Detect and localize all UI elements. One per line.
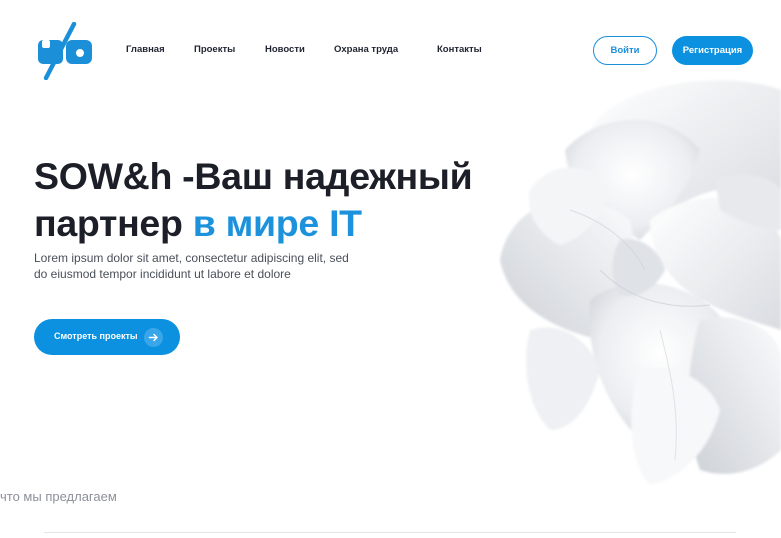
nav-item-home[interactable]: Главная [126,44,165,55]
hero-title-line1: SOW&h -Ваш надежный [34,155,473,197]
nav-item-news[interactable]: Новости [265,44,305,55]
hero-flower-illustration [500,80,781,485]
register-button[interactable]: Регистрация [672,36,753,65]
hero-title-accent: в мире IT [192,202,362,244]
hero-description-line1: Lorem ipsum dolor sit amet, consectetur … [34,251,349,265]
offer-section-label: что мы предлагаем [0,489,117,504]
login-button[interactable]: Войти [593,36,657,65]
arrow-right-icon [144,328,163,347]
hero-description: Lorem ipsum dolor sit amet, consectetur … [34,251,379,282]
nav-item-safety[interactable]: Охрана труда [334,44,398,55]
view-projects-button[interactable]: Смотреть проекты [34,319,180,355]
nav-item-contacts[interactable]: Контакты [437,44,482,55]
hero-title-line2: партнер [34,202,193,244]
hero-title: SOW&h -Ваш надежный партнер в мире IT [34,153,514,247]
view-projects-label: Смотреть проекты [54,331,138,341]
section-divider [44,532,736,533]
hero-description-line2: do eiusmod tempor incididunt ut labore e… [34,266,291,281]
brand-logo-icon[interactable] [38,22,94,80]
landing-page: Главная Проекты Новости Охрана труда Кон… [0,0,781,538]
nav-item-projects[interactable]: Проекты [194,44,235,55]
